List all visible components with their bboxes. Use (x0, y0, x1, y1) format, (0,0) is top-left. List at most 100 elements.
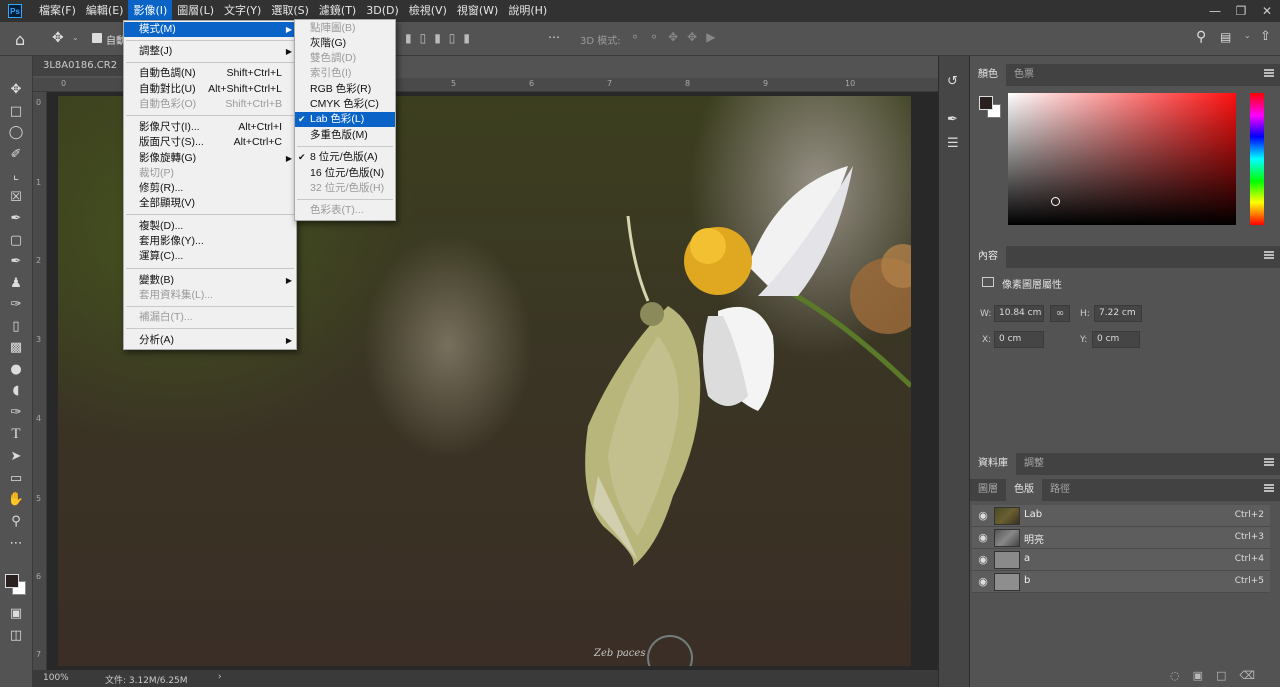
menu-image[interactable]: 影像(I) (128, 0, 173, 22)
panel-menu-icon[interactable] (1264, 458, 1274, 466)
menu-item-trim[interactable]: 修剪(R)... (124, 181, 296, 196)
search-icon[interactable]: ⚲ (1196, 29, 1206, 45)
document-tab[interactable]: 3L8A0186.CR2 @ (33, 56, 123, 91)
lasso-tool-icon[interactable]: ◯ (7, 123, 25, 141)
hand-tool-icon[interactable]: ✋ (7, 490, 25, 508)
more-tools-icon[interactable]: ⋯ (7, 534, 25, 552)
mode-cmyk[interactable]: CMYK 色彩(C) (295, 97, 395, 112)
mode-grayscale[interactable]: 灰階(G) (295, 36, 395, 51)
3d-tool-icons[interactable]: ⚬⚬✥✥▶ (630, 30, 724, 44)
menu-view[interactable]: 檢視(V) (404, 0, 452, 22)
adjustments-icon[interactable]: ☰ (947, 136, 959, 151)
menu-item-reveal-all[interactable]: 全部顯現(V) (124, 196, 296, 211)
tab-layers[interactable]: 圖層 (970, 479, 1006, 501)
menu-help[interactable]: 說明(H) (503, 0, 552, 22)
channel-row-b[interactable]: ◉ b Ctrl+5 (972, 571, 1270, 593)
chevron-down-icon[interactable]: ⌄ (1244, 31, 1251, 40)
eye-icon[interactable]: ◉ (976, 531, 990, 545)
more-icon[interactable]: ⋯ (548, 30, 560, 44)
mode-rgb[interactable]: RGB 色彩(R) (295, 82, 395, 97)
move-tool-icon[interactable]: ✥ (52, 30, 64, 46)
mode-multichannel[interactable]: 多重色版(M) (295, 128, 395, 143)
share-icon[interactable]: ⇧ (1260, 29, 1271, 44)
restore-icon[interactable]: ❐ (1228, 0, 1254, 22)
eye-icon[interactable]: ◉ (976, 575, 990, 589)
history-brush-tool-icon[interactable]: ✑ (7, 295, 25, 313)
mode-lab[interactable]: ✔ Lab 色彩(L) (295, 112, 395, 127)
tab-paths[interactable]: 路徑 (1042, 479, 1078, 501)
eye-icon[interactable]: ◉ (976, 509, 990, 523)
eye-icon[interactable]: ◉ (976, 553, 990, 567)
quick-select-tool-icon[interactable]: ✐ (7, 145, 25, 163)
y-field[interactable]: 0 cm (1092, 331, 1140, 348)
height-field[interactable]: 7.22 cm (1094, 305, 1142, 322)
hue-slider[interactable] (1250, 93, 1264, 225)
tab-swatches[interactable]: 色票 (1006, 64, 1042, 86)
menu-item-analysis[interactable]: 分析(A) ▶ (124, 333, 296, 348)
tab-color[interactable]: 顏色 (970, 64, 1006, 86)
minimize-icon[interactable]: — (1202, 0, 1228, 22)
mode-16bit[interactable]: 16 位元/色版(N) (295, 166, 395, 181)
color-picker-handle[interactable] (1051, 197, 1060, 206)
healing-tool-icon[interactable]: ▢ (7, 231, 25, 249)
home-icon[interactable]: ⌂ (15, 30, 25, 49)
menu-item-auto-contrast[interactable]: 自動對比(U) Alt+Shift+Ctrl+L (124, 82, 296, 97)
menu-item-image-size[interactable]: 影像尺寸(I)... Alt+Ctrl+I (124, 120, 296, 135)
link-icon[interactable]: ∞ (1050, 305, 1070, 322)
brush-settings-icon[interactable]: ✒ (947, 112, 958, 127)
history-icon[interactable]: ↺ (947, 74, 958, 89)
mode-duotone[interactable]: 雙色調(D) (295, 51, 395, 66)
menu-item-adjustments[interactable]: 調整(J) ▶ (124, 44, 296, 59)
mode-color-table[interactable]: 色彩表(T)... (295, 203, 395, 218)
crop-tool-icon[interactable]: ⌞ (7, 166, 25, 184)
chevron-down-icon[interactable]: ⌄ (72, 33, 79, 42)
menu-item-image-rotation[interactable]: 影像旋轉(G) ▶ (124, 151, 296, 166)
mode-32bit[interactable]: 32 位元/色版(H) (295, 181, 395, 196)
workspace-icon[interactable]: ▤ (1220, 30, 1231, 44)
menu-item-apply-image[interactable]: 套用影像(Y)... (124, 234, 296, 249)
marquee-tool-icon[interactable]: □ (7, 102, 25, 120)
menu-layer[interactable]: 圖層(L) (172, 0, 219, 22)
rectangle-tool-icon[interactable]: ▭ (7, 469, 25, 487)
panel-menu-icon[interactable] (1264, 484, 1274, 492)
auto-select-checkbox[interactable] (92, 33, 102, 43)
move-tool-icon[interactable]: ✥ (7, 80, 25, 98)
mode-indexed[interactable]: 索引色(I) (295, 66, 395, 81)
dodge-tool-icon[interactable]: ◖ (7, 381, 25, 399)
zoom-tool-icon[interactable]: ⚲ (7, 512, 25, 530)
x-field[interactable]: 0 cm (994, 331, 1044, 348)
menu-item-canvas-size[interactable]: 版面尺寸(S)... Alt+Ctrl+C (124, 135, 296, 150)
eraser-tool-icon[interactable]: ▯ (7, 317, 25, 335)
width-field[interactable]: 10.84 cm (994, 305, 1044, 322)
close-icon[interactable]: ✕ (1254, 0, 1280, 22)
screen-mode-icon[interactable]: ◫ (7, 626, 25, 644)
foreground-color-swatch[interactable] (979, 96, 993, 110)
channel-footer-icons[interactable]: ◌▣□⌫ (1170, 669, 1268, 682)
menu-type[interactable]: 文字(Y) (219, 0, 266, 22)
menu-file[interactable]: 檔案(F) (34, 0, 81, 22)
menu-item-calculations[interactable]: 運算(C)... (124, 249, 296, 264)
zoom-level[interactable]: 100% (43, 673, 69, 683)
menu-item-apply-data-set[interactable]: 套用資料集(L)... (124, 288, 296, 303)
brush-tool-icon[interactable]: ✒ (7, 252, 25, 270)
pen-tool-icon[interactable]: ✑ (7, 403, 25, 421)
tab-adjustments[interactable]: 調整 (1016, 453, 1052, 475)
mode-bitmap[interactable]: 點陣圖(B) (295, 21, 395, 36)
path-select-tool-icon[interactable]: ➤ (7, 447, 25, 465)
menu-item-duplicate[interactable]: 複製(D)... (124, 219, 296, 234)
frame-tool-icon[interactable]: ☒ (7, 188, 25, 206)
menu-item-trap[interactable]: 補漏白(T)... (124, 310, 296, 325)
tab-libraries[interactable]: 資料庫 (970, 453, 1016, 475)
panel-menu-icon[interactable] (1264, 251, 1274, 259)
channel-row-a[interactable]: ◉ a Ctrl+4 (972, 549, 1270, 571)
channel-row-lab[interactable]: ◉ Lab Ctrl+2 (972, 505, 1270, 527)
type-tool-icon[interactable]: T (7, 425, 25, 443)
menu-item-variables[interactable]: 變數(B) ▶ (124, 273, 296, 288)
stamp-tool-icon[interactable]: ♟ (7, 274, 25, 292)
quick-mask-icon[interactable]: ▣ (7, 604, 25, 622)
menu-window[interactable]: 視窗(W) (452, 0, 503, 22)
foreground-color-swatch-front[interactable] (5, 574, 19, 588)
mode-8bit[interactable]: ✔ 8 位元/色版(A) (295, 150, 395, 165)
blur-tool-icon[interactable]: ● (7, 360, 25, 378)
menu-item-auto-color[interactable]: 自動色彩(O) Shift+Ctrl+B (124, 97, 296, 112)
